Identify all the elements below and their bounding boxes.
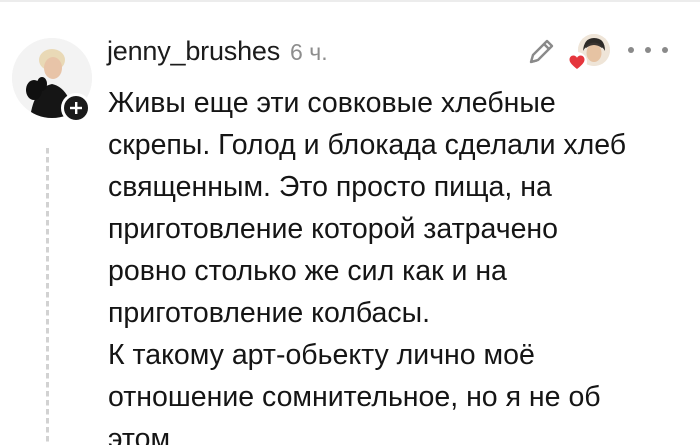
thread-line: [46, 148, 49, 445]
heart-badge: [567, 52, 587, 72]
comment-header: jenny_brushes 6 ч.: [107, 36, 328, 70]
dot: [662, 47, 668, 53]
top-divider: [0, 0, 700, 2]
timestamp: 6 ч.: [290, 39, 328, 65]
heart-icon: [569, 55, 585, 69]
dot: [645, 47, 651, 53]
comment-text: Живы еще эти совковые хлебные скрепы. Го…: [108, 87, 627, 445]
pencil-icon[interactable]: [524, 35, 558, 69]
plus-icon: [70, 102, 82, 114]
comment-screen: jenny_brushes 6 ч. Живы еще эти совковые…: [0, 0, 700, 445]
follow-plus-button[interactable]: [61, 93, 91, 123]
username-link[interactable]: jenny_brushes: [107, 36, 280, 67]
more-dots-icon[interactable]: [628, 38, 668, 62]
dot: [628, 47, 634, 53]
